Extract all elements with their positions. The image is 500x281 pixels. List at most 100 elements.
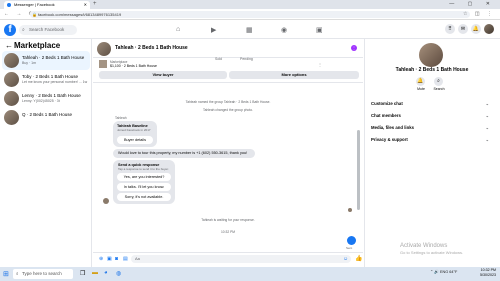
chat-info-icon[interactable]: ⋮: [351, 45, 357, 51]
messenger-favicon-icon: [7, 3, 11, 7]
home-icon[interactable]: ⌂: [176, 26, 180, 33]
section-label: Media, files and links: [371, 125, 414, 130]
conversation-title: Q · 2 Beds 1 Bath House: [22, 112, 73, 117]
browser-toolbar-icons[interactable]: ☆ ◫ ⋮: [463, 11, 495, 17]
sent-status: Sent: [346, 246, 353, 250]
conversation-title: Lenny · 2 Beds 1 Bath House: [22, 93, 81, 98]
plus-icon[interactable]: ⊕: [99, 256, 103, 262]
conversation-snippet: Buy · 1m: [22, 61, 37, 65]
quick-response-option[interactable]: Yes, are you interested?: [117, 173, 171, 181]
groups-icon[interactable]: ◉: [281, 26, 287, 34]
chat-avatar[interactable]: [97, 42, 111, 56]
listing-menu-icon[interactable]: ⋮: [318, 62, 322, 67]
chat-details-panel: [364, 39, 500, 267]
file-explorer-icon[interactable]: ▬: [92, 270, 98, 276]
browser-tab[interactable]: Messenger | Facebook ✕: [4, 1, 90, 9]
gaming-icon[interactable]: ▣: [316, 26, 323, 34]
back-arrow-icon[interactable]: ←: [5, 42, 13, 50]
sender-name: Tahleah: [115, 116, 127, 120]
system-message: Tahleah named the group Tahleah · 2 Beds…: [185, 100, 271, 104]
conversation-snippet: Let me know your personal number! ... 1w: [22, 80, 88, 84]
chevron-down-icon: ⌄: [485, 113, 489, 118]
message-bubble: Would love to tour this property, my num…: [113, 149, 255, 158]
section-label: Chat members: [371, 113, 401, 118]
section-chat-members[interactable]: Chat members ⌄: [371, 113, 489, 118]
search-placeholder: Search Facebook: [29, 27, 65, 32]
quick-response-option[interactable]: In talks. I'll let you know.: [117, 183, 171, 191]
section-customize-chat[interactable]: Customize chat ⌄: [371, 101, 489, 106]
marketplace-icon[interactable]: ▦: [246, 26, 253, 34]
quick-response-option[interactable]: Sorry, it's not available.: [117, 193, 171, 201]
chat-title[interactable]: Tahleah · 2 Beds 1 Bath House: [115, 45, 188, 51]
facebook-logo-icon[interactable]: f: [4, 24, 16, 36]
section-privacy-support[interactable]: Privacy & support ⌄: [371, 137, 489, 142]
chevron-down-icon: ⌄: [485, 125, 489, 130]
waiting-notice: Tahleah is waiting for your response.: [201, 218, 255, 222]
emoji-icon[interactable]: ☺: [343, 256, 348, 262]
facebook-search-input[interactable]: ⌕ Search Facebook: [19, 25, 77, 35]
avatar: [103, 198, 109, 204]
image-icon[interactable]: ▣: [107, 256, 112, 262]
mark-pending-label[interactable]: Pending: [240, 57, 253, 61]
avatar: [4, 53, 19, 68]
lock-icon: 🔒: [32, 12, 37, 17]
conversation-item[interactable]: Toby · 2 Beds 1 Bath House Let me know y…: [2, 70, 90, 89]
task-view-icon[interactable]: ❒: [80, 270, 85, 277]
sidebar-title: Marketplace: [14, 41, 61, 50]
search-label: Search: [433, 87, 445, 91]
bell-icon[interactable]: 🔔: [416, 77, 425, 86]
conversation-item[interactable]: Tahleah · 2 Beds 1 Bath House Buy · 1m: [2, 51, 90, 70]
mark-sold-label[interactable]: Sold: [215, 57, 222, 61]
notifications-icon[interactable]: 🔔: [471, 24, 481, 34]
listing-thumbnail[interactable]: [99, 60, 107, 68]
activate-windows-subtext: Go to Settings to activate Windows.: [400, 250, 464, 255]
more-options-button[interactable]: More options: [229, 71, 359, 79]
address-bar[interactable]: 🔒 facebook.com/messages/t/68134899761354…: [30, 11, 470, 18]
search-icon[interactable]: ⌕: [434, 77, 443, 86]
listing-title[interactable]: $1,100 · 2 Beds 1 Bath House: [110, 64, 157, 68]
video-icon[interactable]: ▶: [211, 26, 216, 34]
chrome-browser-icon[interactable]: ◍: [116, 270, 121, 277]
close-tab-icon[interactable]: ✕: [84, 1, 87, 9]
messenger-icon[interactable]: ✉: [458, 24, 468, 34]
conversation-item[interactable]: Lenny · 2 Beds 1 Bath House Lenny: Y(002…: [2, 89, 90, 108]
taskbar-search-input[interactable]: ⌕ Type here to search: [13, 269, 73, 279]
timestamp: 10:32 PM: [220, 230, 236, 234]
quick-response-subtitle: Tap a response to send it to the buyer.: [118, 167, 169, 171]
system-message: Tahleah changed the group photo.: [202, 108, 254, 112]
menu-grid-icon[interactable]: ⠿: [445, 24, 455, 34]
conversation-title: Toby · 2 Beds 1 Bath House: [22, 74, 79, 79]
profile-avatar[interactable]: [484, 24, 494, 34]
search-icon: ⌕: [16, 271, 19, 276]
section-media-files-links[interactable]: Media, files and links ⌄: [371, 125, 489, 130]
view-buyer-button[interactable]: View buyer: [99, 71, 227, 79]
conversation-item[interactable]: Q · 2 Beds 1 Bath House: [2, 108, 90, 127]
windows-taskbar: [0, 267, 500, 281]
chat-scrollbar[interactable]: [357, 130, 360, 210]
chevron-down-icon: ⌄: [485, 101, 489, 106]
sticker-icon[interactable]: ◙: [115, 256, 118, 262]
taskbar-clock[interactable]: 10:32 PM 5/30/2023: [470, 268, 496, 278]
window-controls[interactable]: — ▢ ✕: [449, 1, 496, 7]
clock-date: 5/30/2023: [480, 273, 496, 277]
message-input[interactable]: Aa: [131, 255, 351, 263]
seen-avatar: [348, 208, 352, 212]
avatar: [4, 110, 19, 125]
avatar: [4, 91, 19, 106]
avatar: [4, 72, 19, 87]
thumbs-up-icon[interactable]: 👍: [355, 255, 362, 262]
conversation-snippet: Lenny: Y(002)45025 · 3t: [22, 99, 60, 103]
windows-start-icon[interactable]: ⊞: [3, 270, 9, 278]
card-subtitle: Joined Facebook in 2017: [117, 128, 151, 132]
system-tray[interactable]: ⌃ 🔊 ENG 64°F: [430, 269, 457, 274]
gif-icon[interactable]: ▤: [123, 256, 128, 262]
taskbar-search-placeholder: Type here to search: [22, 271, 62, 276]
avatar[interactable]: [419, 43, 443, 67]
url-text: facebook.com/messages/t/6813489976135419: [38, 12, 122, 17]
activate-windows-watermark: Activate Windows: [400, 243, 448, 249]
edge-browser-icon[interactable]: ◕: [104, 270, 108, 276]
buyer-details-button[interactable]: Buyer details: [117, 136, 153, 144]
new-tab-button[interactable]: +: [93, 1, 97, 8]
search-icon: ⌕: [22, 27, 25, 33]
sent-message-bubble: [347, 236, 356, 245]
